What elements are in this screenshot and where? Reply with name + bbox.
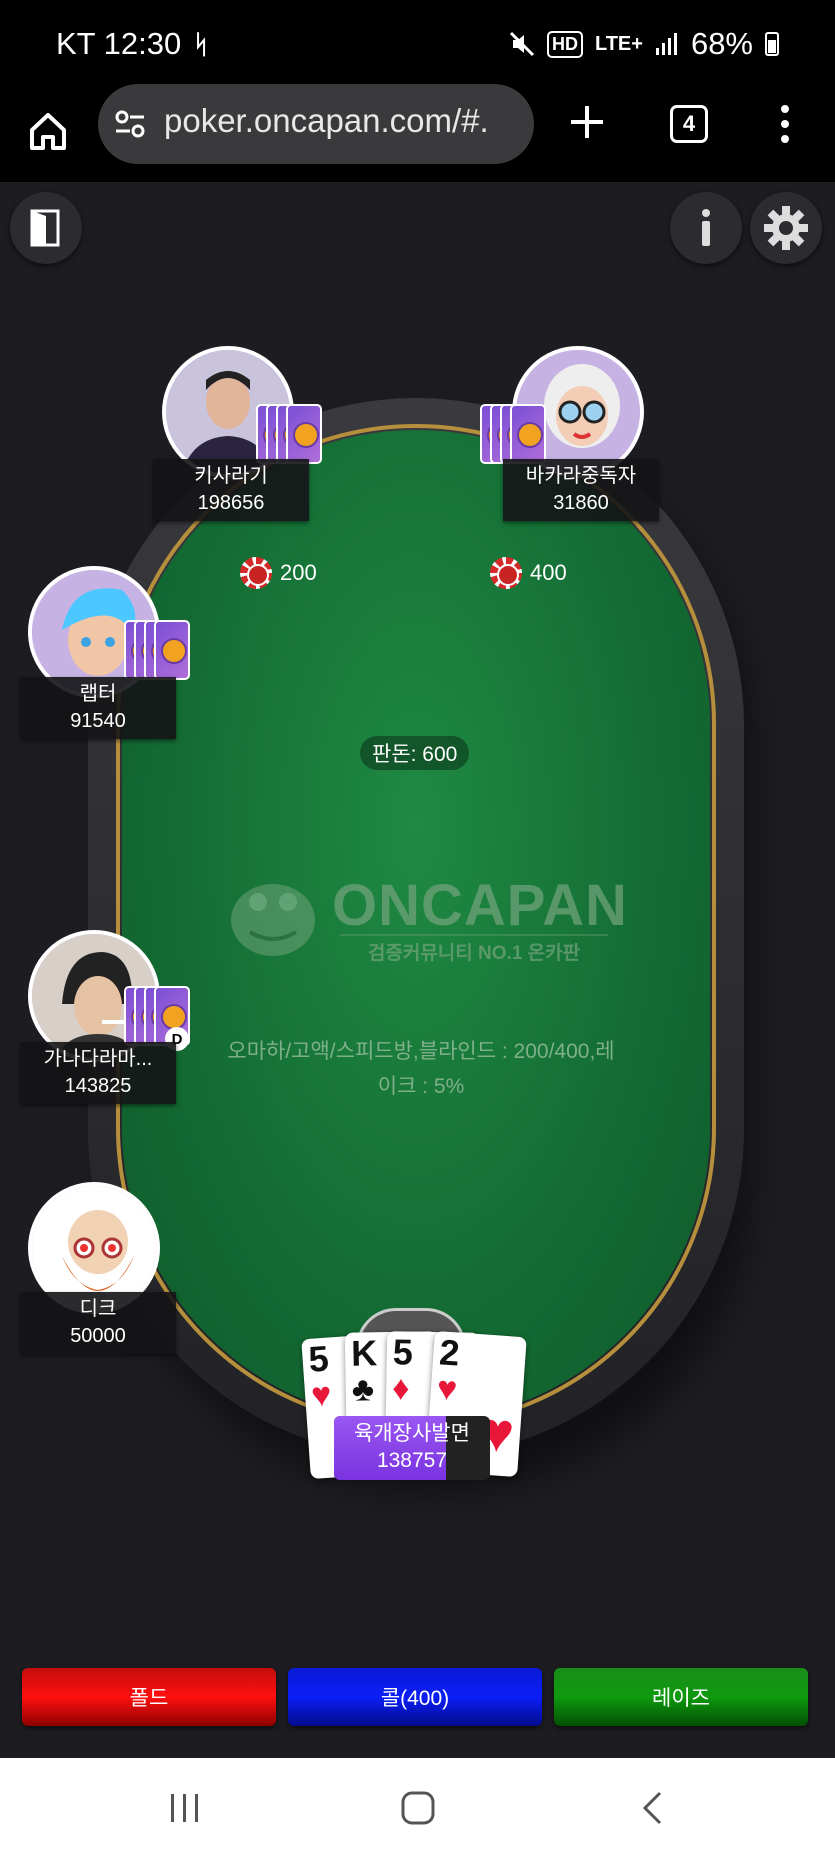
room-info: 오마하/고액/스피드방,블라인드 : 200/400,레 이크 : 5% [206,1034,636,1104]
system-nav-bar [0,1758,835,1856]
bet-chip-stack: 400 [490,557,567,589]
hero-chips: 138757 [376,1449,448,1472]
exit-button[interactable] [10,192,82,264]
room-info-line1: 오마하/고액/스피드방,블라인드 : 200/400,레 [227,1040,615,1063]
hd-badge: HD [546,30,583,58]
player-name: 랩터 [79,683,117,705]
hero-nameplate: 육개장사발면 138757 [334,1416,490,1480]
gear-icon [764,206,808,250]
pot-label: 판돈: 600 [360,736,470,770]
player-nameplate: 디크 50000 [20,1292,176,1354]
carrier-time: KT 12:30 [56,26,182,61]
more-menu-icon[interactable] [780,104,790,144]
app-notification-icon: ᛋ [193,28,209,59]
home-icon[interactable] [28,106,68,156]
player-chips: 198656 [197,492,265,514]
chip-icon [240,557,272,589]
call-button[interactable]: 콜(400) [288,1668,542,1726]
back-nav-icon[interactable] [640,1790,664,1826]
fold-button[interactable]: 폴드 [22,1668,276,1726]
player-name: 가나다라마... [43,1048,153,1070]
player-name: 키사라기 [194,465,268,487]
player-chips: 50000 [70,1325,126,1347]
url-text[interactable]: poker.oncapan.com/#. [164,102,519,140]
room-info-line2: 이크 : 5% [377,1075,465,1098]
site-settings-icon[interactable] [114,108,146,140]
status-right: HD LTE+ 68% [509,26,779,62]
lte-indicator: LTE+ [594,32,643,55]
bet-amount: 200 [280,560,317,585]
raise-button[interactable]: 레이즈 [554,1668,808,1726]
status-left: KT 12:30 ᛋ [56,26,209,62]
info-button[interactable] [670,192,742,264]
home-nav-icon[interactable] [400,1790,436,1826]
player-name: 바카라중독자 [525,465,637,487]
poker-app-screen: KT 12:30 ᛋ HD LTE+ 68% poker.oncapan.com… [0,0,835,1856]
player-chips: 143825 [64,1075,132,1097]
new-tab-icon[interactable] [568,103,606,141]
chip-icon [490,557,522,589]
bet-amount: 400 [530,560,567,585]
settings-button[interactable] [750,192,822,264]
tab-switcher-button[interactable]: 4 [670,105,708,143]
status-bar: KT 12:30 ᛋ HD LTE+ 68% [0,0,835,88]
bet-chip-stack: 200 [240,557,317,589]
player-nameplate: 바카라중독자 31860 [503,459,659,521]
player-chips: 91540 [70,710,126,732]
mute-icon [509,31,535,57]
recent-apps-icon[interactable] [168,1792,202,1824]
info-icon [702,209,710,246]
player-chips: 31860 [553,492,609,514]
exit-door-icon [30,209,60,247]
player-nameplate: 가나다라마... 143825 [20,1042,176,1104]
player-name: 디크 [79,1298,117,1320]
hero-name: 육개장사발면 [354,1422,470,1445]
battery-percent: 68% [690,26,753,61]
signal-icon [655,33,677,55]
logo-subtitle: 검증커뮤니티 NO.1 온카판 [340,934,608,965]
battery-icon [765,32,779,56]
player-nameplate: 키사라기 198656 [153,459,309,521]
logo-text: ONCAPAN [332,873,628,938]
player-nameplate: 랩터 91540 [20,677,176,739]
